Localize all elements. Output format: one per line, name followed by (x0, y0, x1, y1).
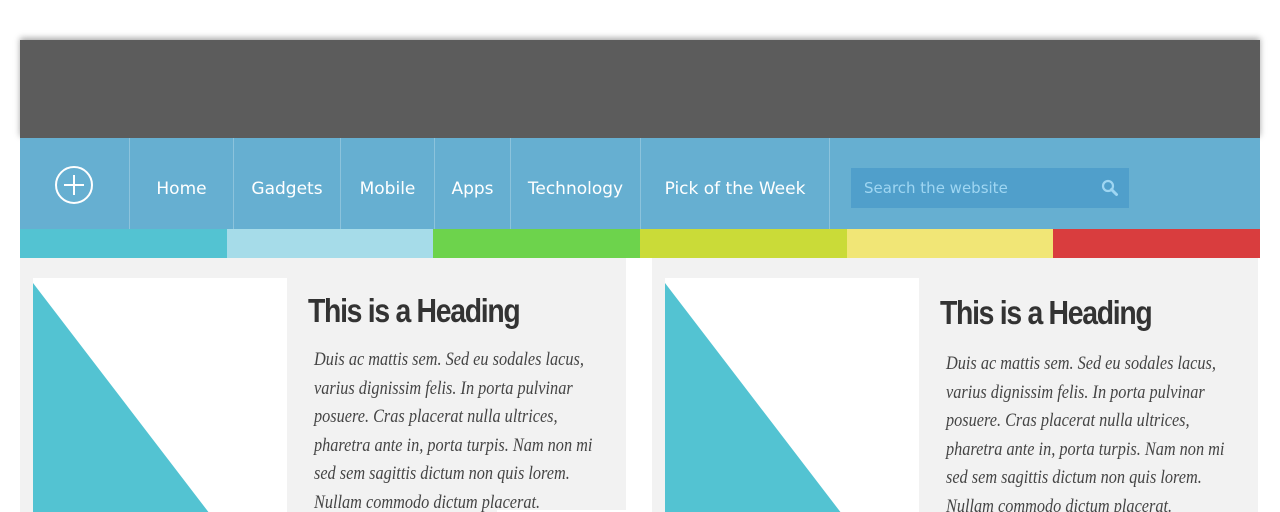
article-heading[interactable]: This is a Heading (940, 294, 1153, 332)
nav-item-technology[interactable]: Technology (511, 138, 641, 229)
thumbnail-triangle-graphic (665, 283, 841, 512)
article-card: This is a Heading Duis ac mattis sem. Se… (652, 258, 1258, 512)
article-thumbnail[interactable] (665, 278, 919, 512)
color-stripe-segment (846, 229, 1054, 258)
thumbnail-triangle-graphic (33, 283, 209, 512)
nav-item-mobile[interactable]: Mobile (341, 138, 435, 229)
search-input[interactable] (851, 168, 1091, 208)
main-nav: Home Gadgets Mobile Apps Technology Pick… (20, 138, 1260, 229)
search-button[interactable] (1091, 168, 1129, 208)
hero-banner (20, 40, 1260, 138)
color-stripe (20, 229, 1260, 258)
color-stripe-segment (1053, 229, 1260, 258)
article-body: Duis ac mattis sem. Sed eu sodales lacus… (314, 350, 593, 512)
logo-button[interactable] (20, 138, 130, 229)
nav-item-apps[interactable]: Apps (435, 138, 511, 229)
search-icon (1101, 179, 1118, 196)
article-heading[interactable]: This is a Heading (308, 292, 521, 330)
article-thumbnail[interactable] (33, 278, 287, 512)
article-card: This is a Heading Duis ac mattis sem. Se… (20, 258, 626, 512)
plus-circle-icon (55, 166, 93, 204)
color-stripe-segment (226, 229, 434, 258)
color-stripe-segment (20, 229, 227, 258)
article-body: Duis ac mattis sem. Sed eu sodales lacus… (946, 354, 1225, 512)
nav-item-pick-of-the-week[interactable]: Pick of the Week (641, 138, 830, 229)
nav-item-gadgets[interactable]: Gadgets (234, 138, 341, 229)
color-stripe-segment (639, 229, 847, 258)
nav-item-home[interactable]: Home (130, 138, 234, 229)
color-stripe-segment (433, 229, 640, 258)
search-box (851, 168, 1129, 208)
